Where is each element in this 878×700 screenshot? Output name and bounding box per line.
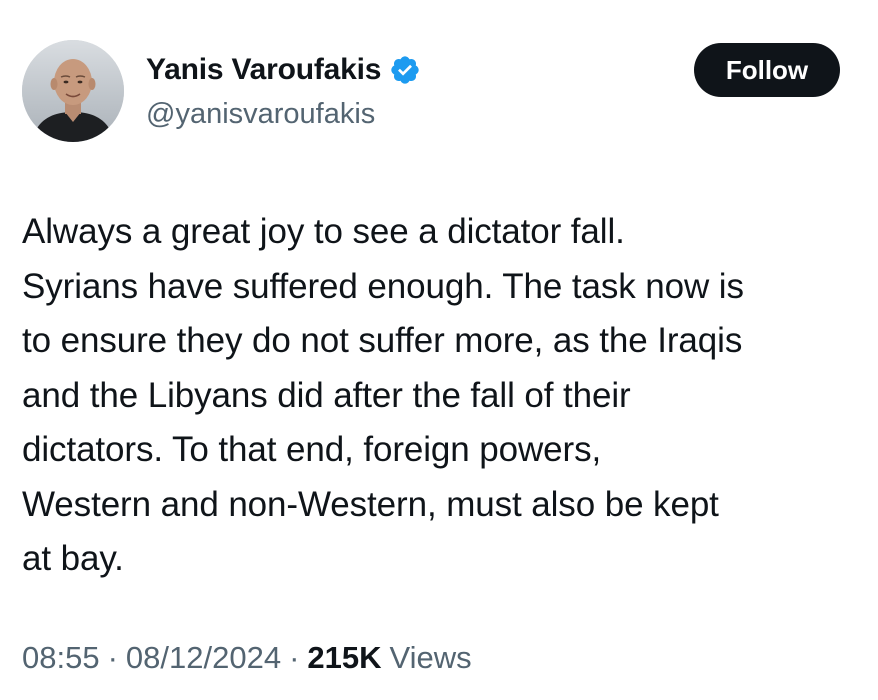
- tweet-time[interactable]: 08:55: [22, 640, 100, 676]
- tweet-metadata: 08:55 · 08/12/2024 · 215K Views: [22, 640, 472, 676]
- views-count[interactable]: 215K: [307, 640, 381, 676]
- meta-separator: ·: [107, 640, 118, 675]
- author-name-row: Yanis Varoufakis: [146, 50, 421, 90]
- tweet-date[interactable]: 08/12/2024: [126, 640, 281, 676]
- verified-badge-icon: [389, 54, 421, 86]
- follow-button[interactable]: Follow: [694, 43, 840, 97]
- avatar[interactable]: [22, 40, 124, 142]
- tweet-text: Always a great joy to see a dictator fal…: [22, 212, 744, 578]
- author-handle[interactable]: @yanisvaroufakis: [146, 98, 375, 131]
- author-display-name[interactable]: Yanis Varoufakis: [146, 53, 381, 87]
- profile-photo-icon: [22, 40, 124, 142]
- tweet-card: Yanis Varoufakis @yanisvaroufakis Follow…: [0, 0, 878, 700]
- meta-separator: ·: [289, 640, 300, 675]
- views-label: Views: [389, 640, 472, 675]
